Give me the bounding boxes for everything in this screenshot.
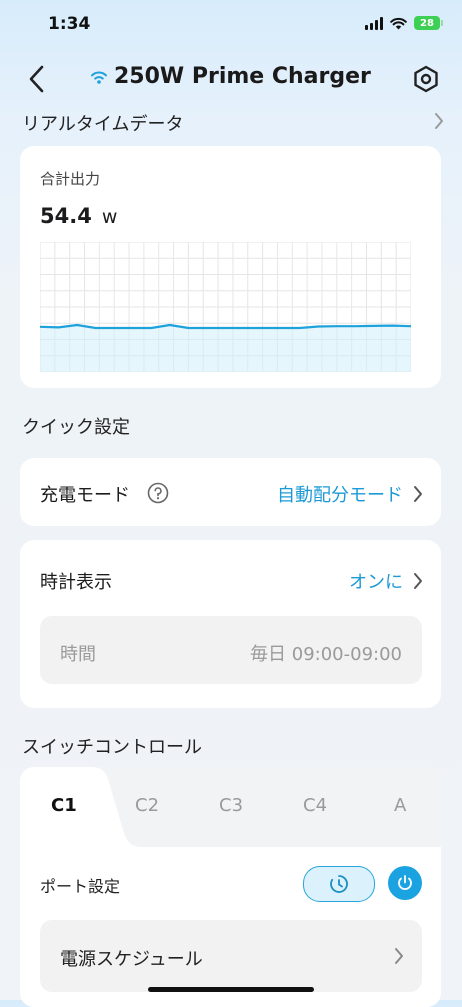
chevron-right-icon [414, 486, 422, 502]
device-settings-button[interactable] [410, 62, 442, 96]
back-arrow-icon [29, 65, 44, 93]
status-time: 1:34 [48, 14, 91, 34]
realtime-more-button[interactable] [434, 112, 444, 134]
tab-c1[interactable]: C1 [51, 795, 77, 816]
charge-mode-value-group[interactable]: 自動配分モード [277, 481, 423, 507]
clock-display-value[interactable]: オンに [349, 568, 403, 594]
page-title: 250W Prime Charger [114, 64, 371, 89]
total-output-unit: w [101, 206, 118, 228]
timer-icon [330, 875, 348, 893]
help-icon[interactable] [147, 482, 169, 504]
hex-settings-icon [414, 65, 438, 93]
wifi-status-icon [390, 17, 407, 29]
power-icon [398, 875, 412, 890]
timer-toggle-button[interactable] [303, 866, 375, 902]
total-output-label: 合計出力 [40, 170, 101, 188]
battery-icon: 28 [414, 16, 443, 30]
port-settings-label: ポート設定 [40, 877, 121, 896]
chevron-right-icon [395, 948, 403, 964]
time-value: 毎日 09:00-09:00 [250, 644, 402, 665]
power-toggle-button[interactable] [388, 866, 422, 900]
output-chart [40, 242, 411, 372]
power-schedule-label: 電源スケジュール [60, 949, 203, 970]
chevron-right-icon [435, 113, 443, 129]
status-icons: 28 [365, 16, 443, 30]
switch-control-label: スイッチコントロール [22, 737, 202, 758]
chevron-right-icon [414, 573, 422, 589]
realtime-card: 合計出力 54.4 w [20, 146, 441, 388]
header-title-group: 250W Prime Charger [90, 64, 371, 89]
realtime-section-label: リアルタイムデータ [22, 114, 184, 135]
cellular-signal-icon [365, 16, 383, 30]
time-label: 時間 [60, 644, 96, 665]
tab-c3[interactable]: C3 [219, 795, 243, 816]
port-tabs: C1 C2 C3 C4 A [20, 767, 441, 847]
battery-level: 28 [420, 17, 434, 29]
charge-mode-label: 充電モード [40, 485, 130, 506]
wifi-icon [91, 71, 107, 84]
charge-mode-row[interactable]: 充電モード 自動配分モード [20, 458, 441, 526]
time-range-box[interactable]: 時間 毎日 09:00-09:00 [40, 616, 422, 684]
chart-area-fill [40, 325, 411, 372]
switch-control-card: C1 C2 C3 C4 A ポート設定 電源スケジュール [20, 767, 441, 1007]
power-schedule-row[interactable]: 電源スケジュール [40, 920, 422, 992]
total-output-value: 54.4 [40, 204, 92, 228]
back-button[interactable] [22, 62, 52, 96]
tab-a[interactable]: A [394, 795, 406, 816]
charge-mode-value[interactable]: 自動配分モード [277, 481, 403, 507]
clock-display-card: 時計表示 オンに 時間 毎日 09:00-09:00 [20, 540, 441, 708]
quick-settings-label: クイック設定 [22, 417, 130, 438]
home-indicator [148, 987, 314, 992]
tab-c4[interactable]: C4 [303, 795, 327, 816]
tab-c2[interactable]: C2 [135, 795, 159, 816]
clock-display-label: 時計表示 [40, 572, 112, 593]
clock-display-toggle[interactable]: オンに [349, 568, 423, 594]
total-output-readout: 54.4 w [40, 204, 117, 228]
